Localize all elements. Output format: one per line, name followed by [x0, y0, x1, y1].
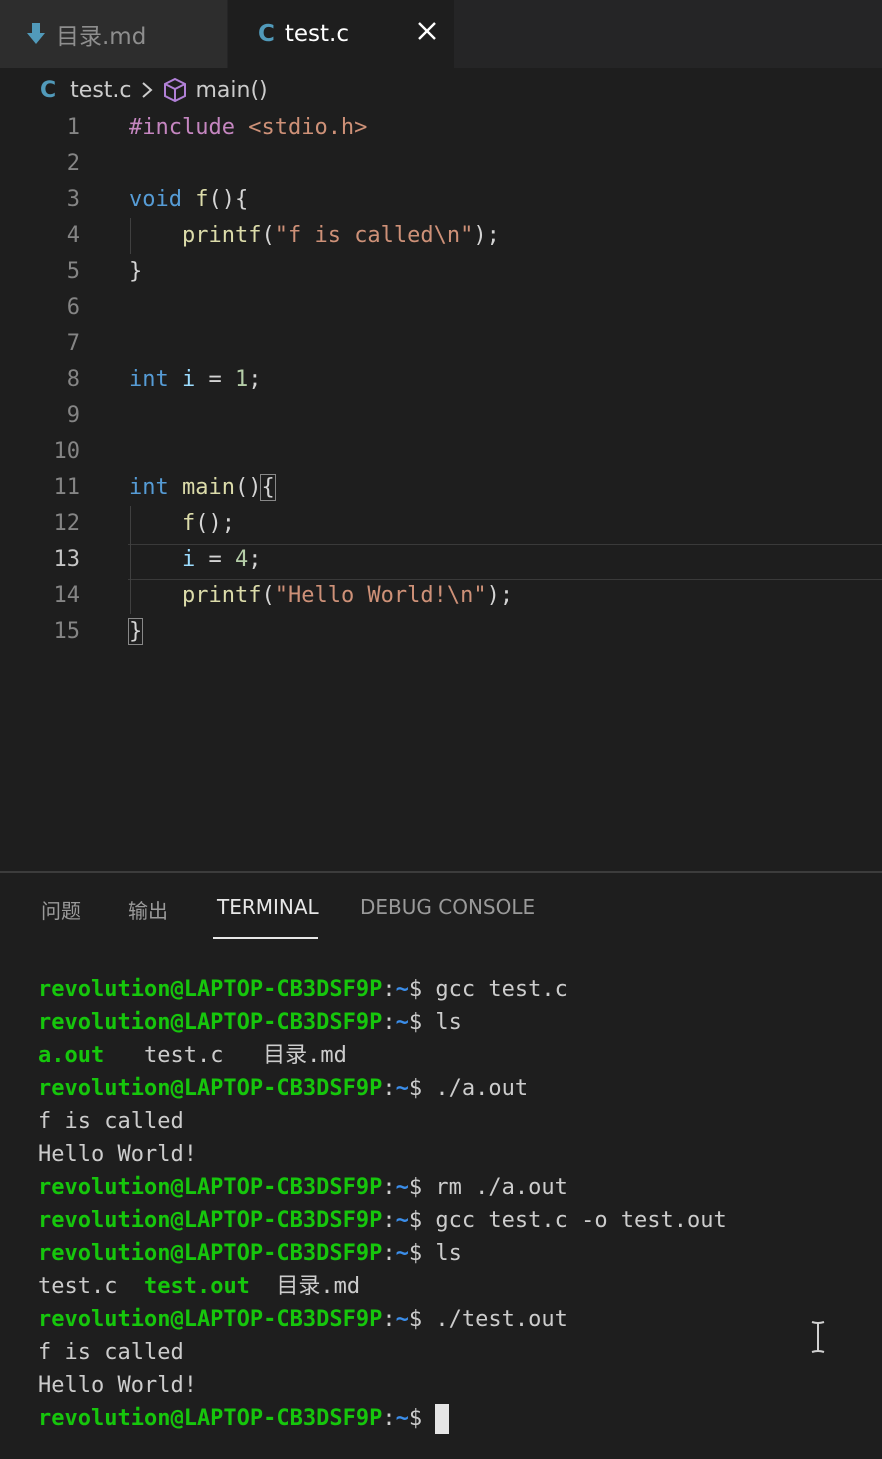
editor-tab-bar: 目录.md C test.c: [0, 0, 882, 68]
breadcrumb-symbol[interactable]: main(): [196, 78, 268, 103]
line-number: 15: [53, 619, 81, 644]
tab-debug-console[interactable]: DEBUG CONSOLE: [360, 895, 535, 919]
code-line-1[interactable]: #include <stdio.h>: [129, 110, 367, 146]
matching-brace: {: [260, 474, 276, 501]
line-number: 11: [53, 475, 81, 500]
tab-catalog-md[interactable]: 目录.md: [0, 0, 228, 68]
code-line-11[interactable]: int main(){: [129, 470, 276, 506]
code-line-14[interactable]: printf("Hello World!\n");: [129, 578, 513, 614]
terminal-line: Hello World!: [38, 1142, 197, 1167]
matching-brace: }: [127, 618, 144, 645]
line-number: 4: [66, 223, 80, 248]
code-line-12[interactable]: f();: [129, 506, 235, 542]
code-editor[interactable]: 1 #include <stdio.h> 2 3 void f(){ 4 pri…: [0, 110, 882, 670]
line-number: 6: [66, 295, 80, 320]
tab-output[interactable]: 输出: [128, 895, 168, 924]
terminal-output[interactable]: revolution@LAPTOP-CB3DSF9P:~$ gcc test.c…: [38, 973, 727, 1435]
line-number: 9: [66, 403, 80, 428]
c-language-icon: C: [258, 21, 275, 47]
code-line-8[interactable]: int i = 1;: [129, 362, 262, 398]
c-language-icon: C: [40, 77, 57, 103]
code-line-4[interactable]: printf("f is called\n");: [129, 218, 500, 254]
terminal-line: f is called: [38, 1109, 184, 1134]
tab-problems[interactable]: 问题: [41, 895, 81, 924]
line-number: 10: [53, 439, 81, 464]
panel-tab-bar: 问题 输出 TERMINAL DEBUG CONSOLE: [0, 873, 882, 941]
terminal-line: f is called: [38, 1340, 184, 1365]
chevron-right-icon: [141, 82, 153, 98]
tab-label: test.c: [284, 21, 350, 47]
line-number-current: 13: [53, 547, 81, 572]
cube-symbol-icon: [163, 77, 186, 103]
terminal-line: Hello World!: [38, 1373, 197, 1398]
markdown-arrow-icon: [27, 23, 45, 44]
close-icon[interactable]: [416, 20, 438, 42]
bottom-panel: 问题 输出 TERMINAL DEBUG CONSOLE revolution@…: [0, 871, 882, 1459]
breadcrumb: C test.c main(): [40, 72, 268, 108]
terminal-line: revolution@LAPTOP-CB3DSF9P:~$ gcc test.c: [38, 977, 568, 1002]
code-line-13[interactable]: i = 4;: [129, 542, 262, 578]
line-number: 12: [53, 511, 81, 536]
tab-terminal[interactable]: TERMINAL: [217, 895, 319, 919]
text-cursor-ibeam-icon: [811, 1321, 825, 1353]
terminal-line: revolution@LAPTOP-CB3DSF9P:~$ gcc test.c…: [38, 1208, 727, 1233]
line-number: 14: [53, 583, 81, 608]
code-line-15[interactable]: }: [127, 614, 144, 650]
active-tab-indicator: [213, 937, 318, 939]
tab-test-c[interactable]: C test.c: [228, 0, 454, 68]
line-number: 8: [66, 367, 80, 392]
line-number: 5: [66, 259, 80, 284]
terminal-prompt-line: revolution@LAPTOP-CB3DSF9P:~$: [38, 1402, 727, 1435]
terminal-line: a.out test.c 目录.md: [38, 1043, 347, 1068]
terminal-line: revolution@LAPTOP-CB3DSF9P:~$ rm ./a.out: [38, 1175, 568, 1200]
code-line-3[interactable]: void f(){: [129, 182, 248, 218]
terminal-line: revolution@LAPTOP-CB3DSF9P:~$ ./test.out: [38, 1307, 568, 1332]
terminal-line: revolution@LAPTOP-CB3DSF9P:~$ ./a.out: [38, 1076, 529, 1101]
line-number: 3: [66, 187, 80, 212]
code-line-5[interactable]: }: [129, 254, 142, 290]
terminal-cursor: [435, 1404, 450, 1434]
terminal-line: test.c test.out 目录.md: [38, 1274, 361, 1299]
line-number: 1: [66, 115, 80, 140]
terminal-line: revolution@LAPTOP-CB3DSF9P:~$ ls: [38, 1010, 462, 1035]
terminal-line: revolution@LAPTOP-CB3DSF9P:~$ ls: [38, 1241, 462, 1266]
line-number: 2: [66, 151, 80, 176]
tab-label: 目录.md: [56, 24, 147, 50]
line-number: 7: [66, 331, 80, 356]
breadcrumb-file[interactable]: test.c: [70, 78, 131, 103]
